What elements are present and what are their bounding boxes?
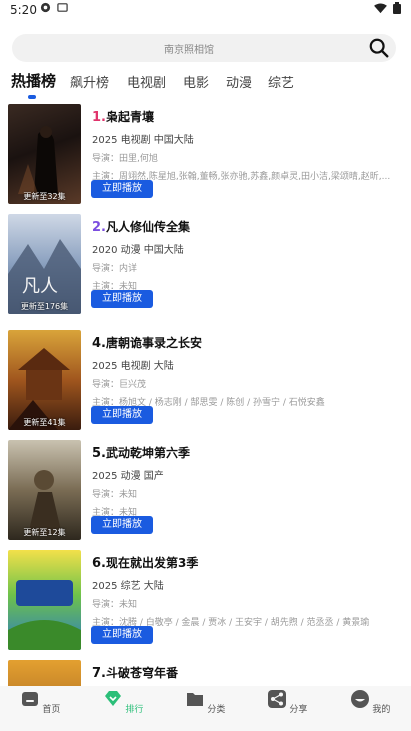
list-item[interactable]: 更新至41集 4.唐朝诡事录之长安 2025 电视剧 大陆 导演：巨兴茂 主演：… [8,330,406,430]
play-button[interactable]: 立即播放 [91,516,153,534]
item-meta: 2025 综艺 大陆 [92,581,164,592]
play-button[interactable]: 立即播放 [91,180,153,198]
item-title[interactable]: 5.武动乾坤第六季 [92,444,406,461]
search-icon[interactable] [368,37,390,59]
item-director: 导演：未知 [92,600,138,610]
poster-image[interactable]: 更新至41集 [8,330,81,430]
episode-badge: 更新至41集 [23,418,66,427]
rank-number: 4. [92,336,106,351]
episode-badge: 更新至12集 [23,528,66,537]
rank-number: 1. [92,110,106,125]
tab-variety[interactable]: 综艺 [268,72,294,91]
poster-image[interactable]: 更新至12集 [8,440,81,540]
share-icon [267,690,286,708]
list-item[interactable]: 7.斗破苍穹年番 [8,660,406,686]
tab-hot[interactable]: 热播榜 [11,70,56,91]
poster-image[interactable]: 更新至32集 [8,104,81,204]
svg-text:凡人: 凡人 [22,276,58,297]
item-director: 导演：田里,何旭 [92,154,158,164]
list-item[interactable]: 更新至12集 5.武动乾坤第六季 2025 动漫 国产 导演：未知 主演：未知 … [8,440,406,540]
episode-badge: 更新至176集 [20,302,69,311]
battery-icon [393,2,401,14]
ranking-icon [104,691,121,706]
search-bar[interactable]: 南京照相馆 [12,34,396,62]
play-button[interactable]: 立即播放 [91,626,153,644]
list-item[interactable]: 凡人 更新至176集 2.凡人修仙传全集 2020 动漫 中国大陆 导演：内详 … [8,214,406,314]
item-director: 导演：巨兴茂 [92,380,147,390]
folder-icon [186,693,203,706]
sync-icon [40,2,51,13]
tab-movie[interactable]: 电影 [183,72,209,91]
item-title[interactable]: 4.唐朝诡事录之长安 [92,334,406,351]
item-title[interactable]: 7.斗破苍穹年番 [92,664,406,681]
rank-number: 5. [92,446,106,461]
rank-number: 6. [92,556,106,571]
item-director: 导演：未知 [92,490,138,500]
item-director: 导演：内详 [92,264,138,274]
poster-image[interactable] [8,660,81,686]
episode-badge: 更新至32集 [23,192,66,201]
list-item[interactable]: 更新至32集 1.枭起青壤 2025 电视剧 中国大陆 导演：田里,何旭 主演：… [8,104,406,204]
status-bar: 5:20 [0,0,411,20]
nav-profile[interactable]: 我的 [340,689,400,715]
tab-rising[interactable]: 飙升榜 [70,72,109,91]
nav-ranking[interactable]: 排行 [93,689,153,715]
nav-home[interactable]: 首页 [10,689,70,715]
play-button[interactable]: 立即播放 [91,290,153,308]
search-input[interactable]: 南京照相馆 [12,41,366,56]
list-item[interactable]: 6.现在就出发第3季 2025 综艺 大陆 导演：未知 主演：沈腾 / 白敬亭 … [8,550,406,650]
rank-number: 7. [92,666,106,681]
rank-number: 2. [92,220,106,235]
home-icon [21,692,38,706]
nav-share[interactable]: 分享 [257,689,317,715]
item-title[interactable]: 2.凡人修仙传全集 [92,218,406,235]
item-meta: 2025 电视剧 大陆 [92,361,174,372]
item-meta: 2025 电视剧 中国大陆 [92,135,194,146]
poster-image[interactable]: 凡人 更新至176集 [8,214,81,314]
item-title[interactable]: 1.枭起青壤 [92,108,406,125]
poster-image[interactable] [8,550,81,650]
item-meta: 2025 动漫 国产 [92,471,164,482]
item-meta: 2020 动漫 中国大陆 [92,245,184,256]
ranking-list: 更新至32集 1.枭起青壤 2025 电视剧 中国大陆 导演：田里,何旭 主演：… [0,104,411,686]
profile-icon [350,690,369,708]
tab-anime[interactable]: 动漫 [226,72,252,91]
bottom-nav: 首页 排行 分类 分享 我的 [0,686,411,731]
tab-indicator [28,95,36,99]
play-button[interactable]: 立即播放 [91,406,153,424]
category-tabs: 热播榜 飙升榜 电视剧 电影 动漫 综艺 [0,70,411,100]
item-title[interactable]: 6.现在就出发第3季 [92,554,406,571]
notification-icon [57,3,68,12]
tab-tv[interactable]: 电视剧 [127,72,166,91]
wifi-icon [374,2,387,13]
status-time: 5:20 [10,3,37,17]
nav-category[interactable]: 分类 [175,689,235,715]
